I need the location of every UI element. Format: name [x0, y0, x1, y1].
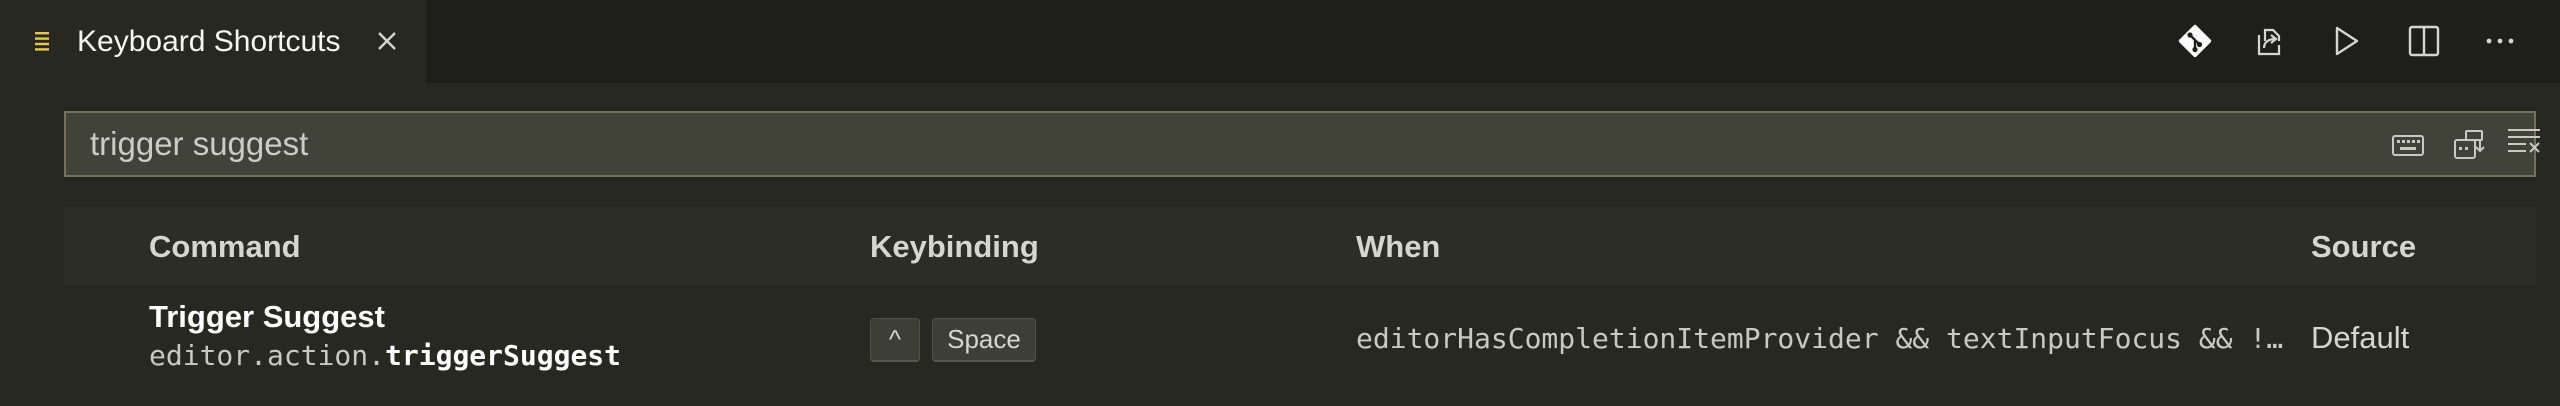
command-id-match: triggerSuggest: [385, 339, 622, 372]
command-id: editor.action.triggerSuggest: [149, 338, 621, 374]
command-title: Trigger Suggest: [149, 299, 385, 334]
more-actions-icon[interactable]: [2480, 21, 2520, 61]
run-icon[interactable]: [2325, 21, 2365, 61]
record-keys-icon[interactable]: [2390, 127, 2426, 163]
search-box: [64, 111, 2540, 177]
header-command[interactable]: Command: [149, 228, 301, 266]
tab-keyboard-shortcuts[interactable]: Keyboard Shortcuts: [0, 0, 426, 83]
keybindings-table: Command Keybinding When Source Trigger S…: [64, 207, 2536, 406]
keybinding-key-ctrl: ^: [870, 318, 920, 362]
close-icon[interactable]: [372, 26, 402, 56]
when-clause: editorHasCompletionItemProvider && textI…: [1356, 322, 2288, 355]
list-icon: [35, 31, 49, 51]
keyboard-shortcuts-editor: Keyboard Shortcuts trigger suggest Comma…: [0, 0, 2560, 406]
search-input[interactable]: [90, 113, 2340, 175]
split-editor-icon[interactable]: [2404, 21, 2444, 61]
clear-search-icon[interactable]: [2506, 125, 2542, 161]
tab-title: Keyboard Shortcuts: [77, 25, 341, 58]
source-label: Default: [2311, 320, 2410, 355]
header-source[interactable]: Source: [2311, 228, 2416, 266]
header-keybinding[interactable]: Keybinding: [870, 228, 1039, 266]
open-keybindings-json-icon[interactable]: [2250, 21, 2290, 61]
git-compare-icon[interactable]: [2175, 21, 2215, 61]
sort-by-precedence-icon[interactable]: [2452, 127, 2488, 163]
header-when[interactable]: When: [1356, 228, 1440, 266]
table-row[interactable]: Trigger Suggest editor.action.triggerSug…: [64, 285, 2536, 406]
command-id-prefix: editor.action.: [149, 339, 386, 372]
table-header: Command Keybinding When Source: [64, 207, 2536, 285]
editor-tab-bar: Keyboard Shortcuts: [0, 0, 2560, 83]
keybinding-key-space: Space: [932, 318, 1036, 362]
